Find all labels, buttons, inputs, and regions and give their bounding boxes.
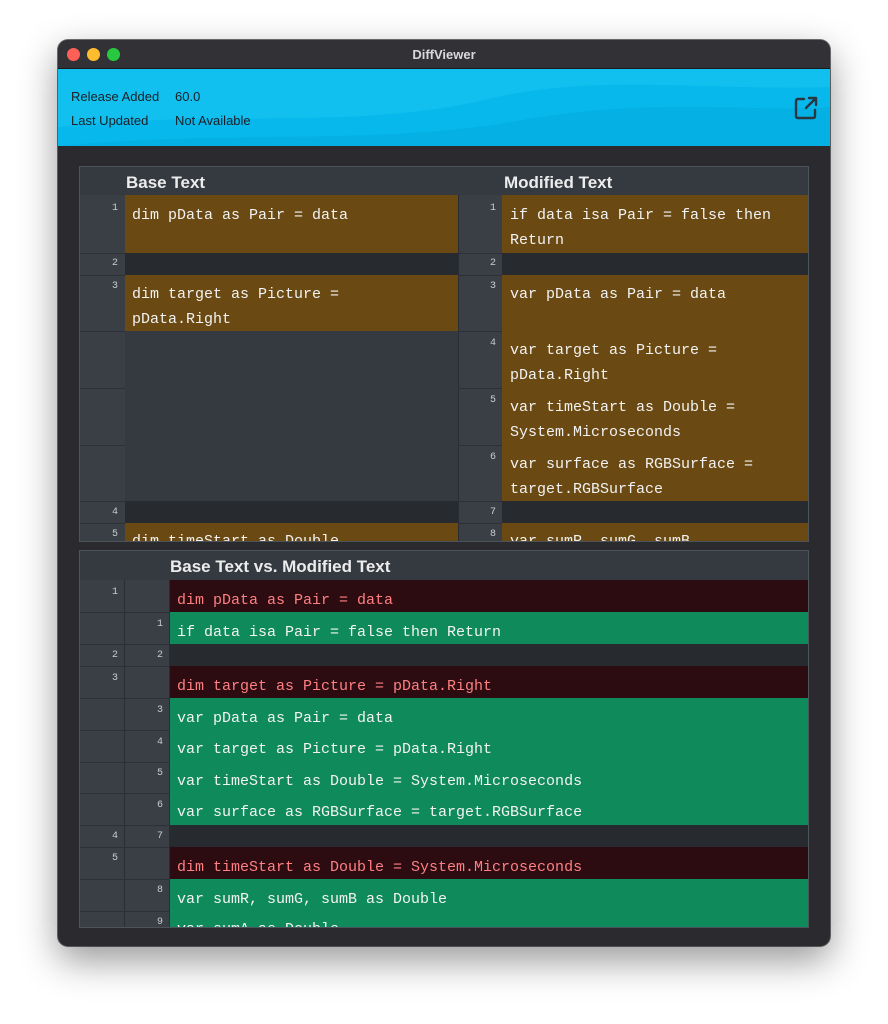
inline-deleted-line: dim timeStart as Double = System.Microse… (177, 859, 583, 876)
info-header: Release Added 60.0 Last Updated Not Availa… (58, 69, 830, 146)
inline-base-number: 5 (111, 853, 118, 864)
modified-row-2 (502, 253, 808, 275)
inline-base-number: 2 (111, 650, 118, 661)
modified-line-number: 8 (489, 529, 496, 540)
modified-code-line: if data isa Pair = false then Return (510, 207, 772, 249)
modified-code-line: var target as Picture = pData.Right (510, 342, 718, 384)
inline-modified-number: 1 (156, 619, 163, 630)
title-bar: DiffViewer (58, 40, 830, 69)
base-code-line: dim pData as Pair = data (132, 207, 349, 224)
modified-line-number: 6 (489, 452, 496, 463)
inline-row-unchanged (170, 825, 808, 847)
inline-base-number: 4 (111, 831, 118, 842)
inline-base-number: 3 (111, 673, 118, 684)
last-updated-row: Last Updated Not Available (71, 113, 251, 128)
base-row-2 (125, 253, 458, 275)
modified-code-line: var timeStart as Double = System.Microse… (510, 399, 736, 441)
release-added-row: Release Added 60.0 (71, 89, 200, 104)
base-line-number: 5 (111, 529, 118, 540)
modified-line-number: 7 (489, 507, 496, 518)
inline-modified-number: 6 (156, 800, 163, 811)
inline-base-number: 1 (111, 587, 118, 598)
inline-row-unchanged (170, 644, 808, 666)
inline-modified-number: 9 (156, 917, 163, 928)
inline-modified-number: 4 (156, 737, 163, 748)
inline-inserted-line: var surface as RGBSurface = target.RGBSu… (177, 804, 583, 821)
inline-modified-gutter (124, 580, 169, 927)
modified-line-gutter (458, 195, 502, 541)
inline-modified-number: 2 (156, 650, 163, 661)
inline-inserted-line: if data isa Pair = false then Return (177, 624, 502, 641)
modified-row-7 (502, 501, 808, 523)
base-code-line: dim timeStart as Double (132, 533, 340, 542)
modified-line-number: 5 (489, 395, 496, 406)
inline-inserted-line: var timeStart as Double = System.Microse… (177, 773, 583, 790)
inline-inserted-line: var target as Picture = pData.Right (177, 741, 493, 758)
inline-modified-number: 5 (156, 768, 163, 779)
inline-inserted-line: var sumR, sumG, sumB as Double (177, 891, 448, 908)
modified-line-number: 3 (489, 281, 496, 292)
base-line-number: 1 (111, 203, 118, 214)
modified-code-line: var sumR, sumG, sumB (510, 533, 691, 542)
side-by-side-diff-panel[interactable]: Base Text Modified Text 1 2 3 4 5 1 2 3 … (79, 166, 809, 542)
header-wave-decoration (58, 69, 830, 146)
last-updated-value: Not Available (175, 113, 251, 128)
inline-inserted-line: var sumA as Double (177, 917, 797, 927)
modified-code-line: var surface as RGBSurface = target.RGBSu… (510, 456, 754, 498)
base-row-4 (125, 501, 458, 523)
last-updated-label: Last Updated (71, 113, 149, 128)
base-code-line: dim target as Picture = pData.Right (132, 286, 340, 328)
release-added-value: 60.0 (175, 89, 201, 104)
base-line-number: 3 (111, 281, 118, 292)
release-added-label: Release Added (71, 89, 160, 104)
window-title: DiffViewer (412, 47, 476, 62)
inline-diff-header: Base Text vs. Modified Text (170, 557, 391, 576)
center-divider (458, 195, 459, 541)
base-text-header: Base Text (126, 173, 206, 192)
inline-deleted-line: dim target as Picture = pData.Right (177, 678, 493, 695)
modified-line-number: 2 (489, 258, 496, 269)
base-line-number: 2 (111, 258, 118, 269)
base-empty-block (125, 331, 458, 501)
modified-line-number: 4 (489, 338, 496, 349)
diffviewer-window: DiffViewer Release Added 60.0 Last Update… (58, 40, 830, 946)
external-link-icon[interactable] (793, 95, 819, 121)
modified-line-number: 1 (489, 203, 496, 214)
inline-base-gutter (80, 580, 124, 927)
inline-modified-number: 8 (156, 885, 163, 896)
inline-deleted-line: dim pData as Pair = data (177, 592, 394, 609)
modified-text-header: Modified Text (504, 173, 613, 192)
inline-diff-panel[interactable]: Base Text vs. Modified Text 1 2 3 4 5 1 … (79, 550, 809, 928)
modified-code-line: var pData as Pair = data (510, 286, 727, 303)
inline-modified-number: 7 (156, 831, 163, 842)
inline-modified-number: 3 (156, 705, 163, 716)
base-line-gutter (80, 195, 125, 541)
inline-inserted-line: var pData as Pair = data (177, 710, 394, 727)
base-line-number: 4 (111, 507, 118, 518)
